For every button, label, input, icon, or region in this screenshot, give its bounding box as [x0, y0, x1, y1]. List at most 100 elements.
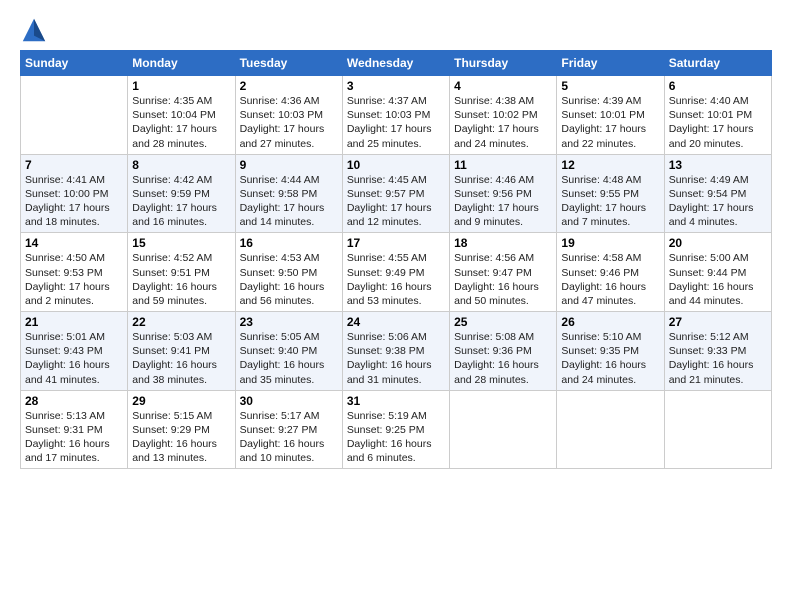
- calendar-cell: 17Sunrise: 4:55 AMSunset: 9:49 PMDayligh…: [342, 233, 449, 312]
- calendar-cell: 15Sunrise: 4:52 AMSunset: 9:51 PMDayligh…: [128, 233, 235, 312]
- day-info: Sunrise: 5:10 AMSunset: 9:35 PMDaylight:…: [561, 330, 659, 387]
- calendar-cell: 31Sunrise: 5:19 AMSunset: 9:25 PMDayligh…: [342, 390, 449, 469]
- day-info: Sunrise: 5:12 AMSunset: 9:33 PMDaylight:…: [669, 330, 767, 387]
- day-info: Sunrise: 4:38 AMSunset: 10:02 PMDaylight…: [454, 94, 552, 151]
- day-number: 10: [347, 158, 445, 172]
- col-saturday: Saturday: [664, 51, 771, 76]
- page: Sunday Monday Tuesday Wednesday Thursday…: [0, 0, 792, 612]
- calendar-cell: 9Sunrise: 4:44 AMSunset: 9:58 PMDaylight…: [235, 154, 342, 233]
- day-number: 30: [240, 394, 338, 408]
- calendar-cell: 10Sunrise: 4:45 AMSunset: 9:57 PMDayligh…: [342, 154, 449, 233]
- col-thursday: Thursday: [450, 51, 557, 76]
- day-info: Sunrise: 5:01 AMSunset: 9:43 PMDaylight:…: [25, 330, 123, 387]
- day-info: Sunrise: 4:40 AMSunset: 10:01 PMDaylight…: [669, 94, 767, 151]
- calendar-cell: 16Sunrise: 4:53 AMSunset: 9:50 PMDayligh…: [235, 233, 342, 312]
- col-tuesday: Tuesday: [235, 51, 342, 76]
- day-number: 16: [240, 236, 338, 250]
- calendar-cell: 7Sunrise: 4:41 AMSunset: 10:00 PMDayligh…: [21, 154, 128, 233]
- day-info: Sunrise: 4:44 AMSunset: 9:58 PMDaylight:…: [240, 173, 338, 230]
- day-info: Sunrise: 4:50 AMSunset: 9:53 PMDaylight:…: [25, 251, 123, 308]
- calendar-week-row: 21Sunrise: 5:01 AMSunset: 9:43 PMDayligh…: [21, 312, 772, 391]
- calendar-cell: 5Sunrise: 4:39 AMSunset: 10:01 PMDayligh…: [557, 76, 664, 155]
- day-info: Sunrise: 5:00 AMSunset: 9:44 PMDaylight:…: [669, 251, 767, 308]
- calendar-cell: 23Sunrise: 5:05 AMSunset: 9:40 PMDayligh…: [235, 312, 342, 391]
- day-info: Sunrise: 4:42 AMSunset: 9:59 PMDaylight:…: [132, 173, 230, 230]
- calendar-cell: 30Sunrise: 5:17 AMSunset: 9:27 PMDayligh…: [235, 390, 342, 469]
- day-number: 31: [347, 394, 445, 408]
- day-number: 26: [561, 315, 659, 329]
- day-info: Sunrise: 5:17 AMSunset: 9:27 PMDaylight:…: [240, 409, 338, 466]
- calendar-cell: 1Sunrise: 4:35 AMSunset: 10:04 PMDayligh…: [128, 76, 235, 155]
- day-number: 1: [132, 79, 230, 93]
- calendar-week-row: 28Sunrise: 5:13 AMSunset: 9:31 PMDayligh…: [21, 390, 772, 469]
- day-info: Sunrise: 5:13 AMSunset: 9:31 PMDaylight:…: [25, 409, 123, 466]
- day-info: Sunrise: 4:52 AMSunset: 9:51 PMDaylight:…: [132, 251, 230, 308]
- day-info: Sunrise: 4:45 AMSunset: 9:57 PMDaylight:…: [347, 173, 445, 230]
- calendar-cell: 14Sunrise: 4:50 AMSunset: 9:53 PMDayligh…: [21, 233, 128, 312]
- calendar-header-row: Sunday Monday Tuesday Wednesday Thursday…: [21, 51, 772, 76]
- col-friday: Friday: [557, 51, 664, 76]
- logo: [20, 16, 50, 44]
- calendar-cell: 29Sunrise: 5:15 AMSunset: 9:29 PMDayligh…: [128, 390, 235, 469]
- day-info: Sunrise: 5:15 AMSunset: 9:29 PMDaylight:…: [132, 409, 230, 466]
- day-info: Sunrise: 5:06 AMSunset: 9:38 PMDaylight:…: [347, 330, 445, 387]
- header: [20, 16, 772, 44]
- day-number: 5: [561, 79, 659, 93]
- calendar-cell: [664, 390, 771, 469]
- calendar-cell: 20Sunrise: 5:00 AMSunset: 9:44 PMDayligh…: [664, 233, 771, 312]
- calendar-cell: 24Sunrise: 5:06 AMSunset: 9:38 PMDayligh…: [342, 312, 449, 391]
- calendar-cell: 27Sunrise: 5:12 AMSunset: 9:33 PMDayligh…: [664, 312, 771, 391]
- day-info: Sunrise: 4:39 AMSunset: 10:01 PMDaylight…: [561, 94, 659, 151]
- calendar-cell: 12Sunrise: 4:48 AMSunset: 9:55 PMDayligh…: [557, 154, 664, 233]
- day-number: 22: [132, 315, 230, 329]
- calendar-table: Sunday Monday Tuesday Wednesday Thursday…: [20, 50, 772, 469]
- day-number: 15: [132, 236, 230, 250]
- calendar-week-row: 7Sunrise: 4:41 AMSunset: 10:00 PMDayligh…: [21, 154, 772, 233]
- calendar-cell: 4Sunrise: 4:38 AMSunset: 10:02 PMDayligh…: [450, 76, 557, 155]
- day-info: Sunrise: 4:46 AMSunset: 9:56 PMDaylight:…: [454, 173, 552, 230]
- day-number: 23: [240, 315, 338, 329]
- calendar-week-row: 14Sunrise: 4:50 AMSunset: 9:53 PMDayligh…: [21, 233, 772, 312]
- day-number: 21: [25, 315, 123, 329]
- calendar-cell: [557, 390, 664, 469]
- calendar-cell: 26Sunrise: 5:10 AMSunset: 9:35 PMDayligh…: [557, 312, 664, 391]
- calendar-week-row: 1Sunrise: 4:35 AMSunset: 10:04 PMDayligh…: [21, 76, 772, 155]
- day-number: 19: [561, 236, 659, 250]
- day-number: 3: [347, 79, 445, 93]
- calendar-cell: 8Sunrise: 4:42 AMSunset: 9:59 PMDaylight…: [128, 154, 235, 233]
- calendar-cell: 11Sunrise: 4:46 AMSunset: 9:56 PMDayligh…: [450, 154, 557, 233]
- day-info: Sunrise: 5:05 AMSunset: 9:40 PMDaylight:…: [240, 330, 338, 387]
- day-info: Sunrise: 4:35 AMSunset: 10:04 PMDaylight…: [132, 94, 230, 151]
- day-number: 13: [669, 158, 767, 172]
- day-info: Sunrise: 4:58 AMSunset: 9:46 PMDaylight:…: [561, 251, 659, 308]
- day-number: 11: [454, 158, 552, 172]
- calendar-cell: 21Sunrise: 5:01 AMSunset: 9:43 PMDayligh…: [21, 312, 128, 391]
- day-number: 17: [347, 236, 445, 250]
- calendar-cell: [21, 76, 128, 155]
- day-number: 4: [454, 79, 552, 93]
- logo-icon: [20, 16, 48, 44]
- calendar-cell: 19Sunrise: 4:58 AMSunset: 9:46 PMDayligh…: [557, 233, 664, 312]
- day-info: Sunrise: 4:48 AMSunset: 9:55 PMDaylight:…: [561, 173, 659, 230]
- col-wednesday: Wednesday: [342, 51, 449, 76]
- day-number: 6: [669, 79, 767, 93]
- day-info: Sunrise: 4:56 AMSunset: 9:47 PMDaylight:…: [454, 251, 552, 308]
- day-info: Sunrise: 4:36 AMSunset: 10:03 PMDaylight…: [240, 94, 338, 151]
- calendar-cell: 2Sunrise: 4:36 AMSunset: 10:03 PMDayligh…: [235, 76, 342, 155]
- day-info: Sunrise: 5:03 AMSunset: 9:41 PMDaylight:…: [132, 330, 230, 387]
- col-monday: Monday: [128, 51, 235, 76]
- day-info: Sunrise: 4:37 AMSunset: 10:03 PMDaylight…: [347, 94, 445, 151]
- day-number: 20: [669, 236, 767, 250]
- day-number: 2: [240, 79, 338, 93]
- day-info: Sunrise: 4:49 AMSunset: 9:54 PMDaylight:…: [669, 173, 767, 230]
- day-info: Sunrise: 5:19 AMSunset: 9:25 PMDaylight:…: [347, 409, 445, 466]
- day-number: 25: [454, 315, 552, 329]
- day-number: 29: [132, 394, 230, 408]
- calendar-cell: 22Sunrise: 5:03 AMSunset: 9:41 PMDayligh…: [128, 312, 235, 391]
- day-number: 8: [132, 158, 230, 172]
- day-info: Sunrise: 4:53 AMSunset: 9:50 PMDaylight:…: [240, 251, 338, 308]
- day-info: Sunrise: 5:08 AMSunset: 9:36 PMDaylight:…: [454, 330, 552, 387]
- day-number: 12: [561, 158, 659, 172]
- calendar-cell: 3Sunrise: 4:37 AMSunset: 10:03 PMDayligh…: [342, 76, 449, 155]
- day-number: 24: [347, 315, 445, 329]
